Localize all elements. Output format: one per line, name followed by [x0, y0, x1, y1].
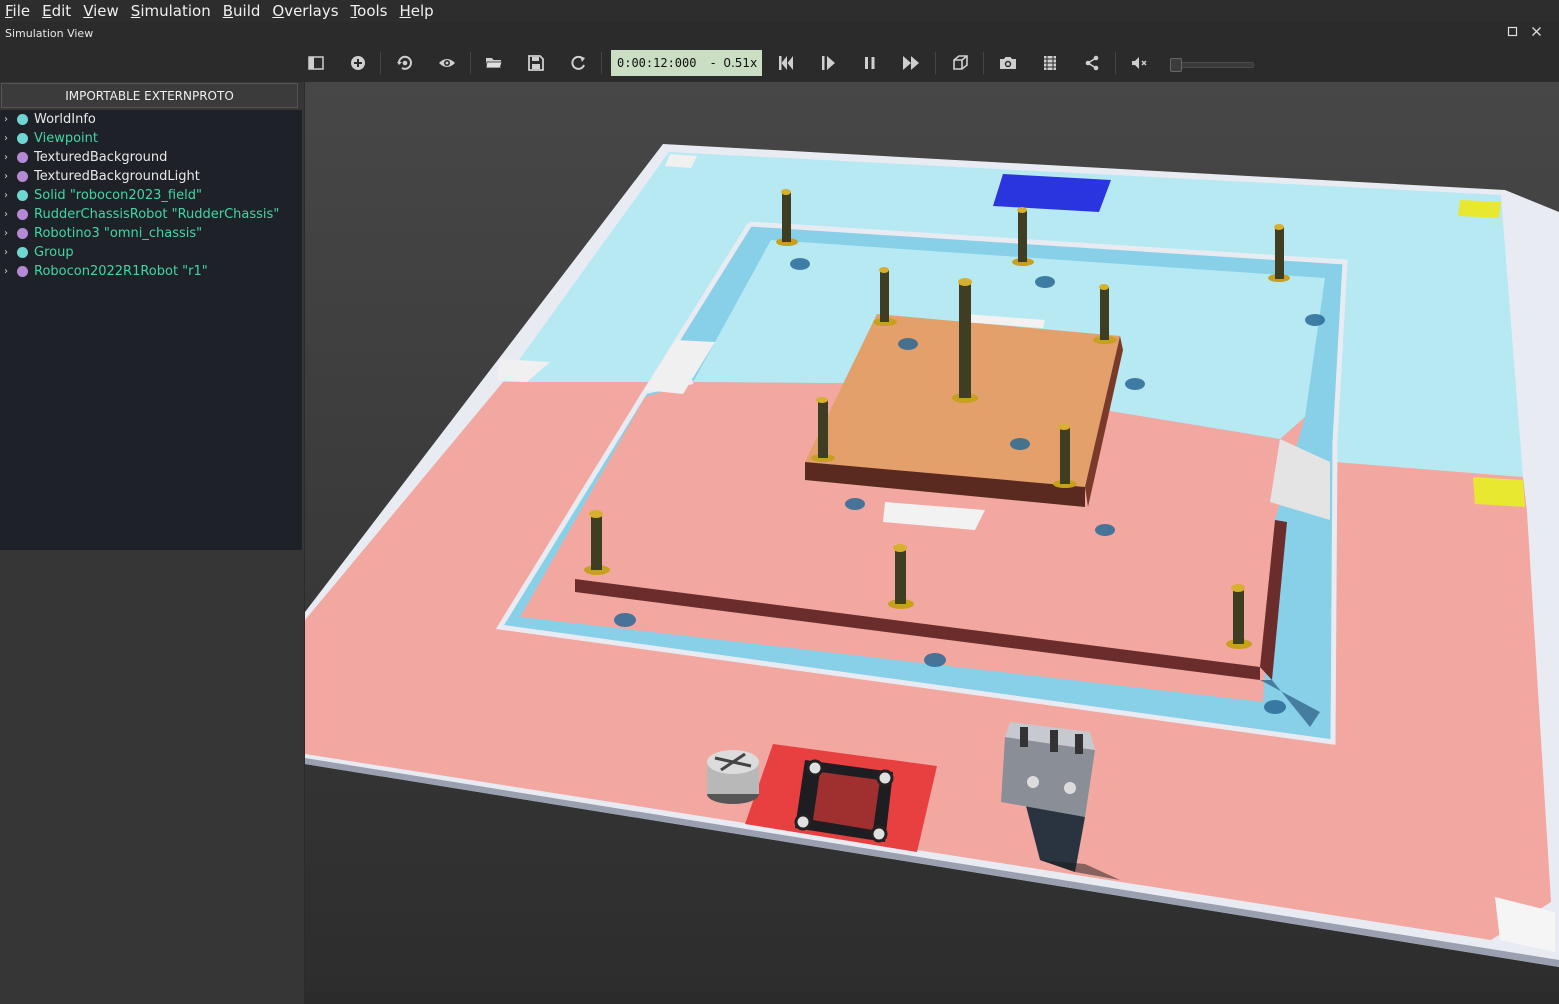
- scene-tree-panel: IMPORTABLE EXTERNPROTO › WorldInfo › Viewpo…: [0, 82, 304, 1004]
- close-icon[interactable]: [1529, 26, 1543, 41]
- cube-icon: [953, 55, 968, 70]
- node-type-dot-icon: [17, 209, 28, 220]
- view-options-button[interactable]: [433, 50, 461, 76]
- volume-slider[interactable]: [1170, 58, 1254, 72]
- scene-tree-node[interactable]: › Robocon2022R1Robot "r1": [0, 262, 302, 281]
- simulation-time-display: 0:00:12:000 - 0.51x: [611, 50, 762, 76]
- node-type-dot-icon: [17, 190, 28, 201]
- fast-forward-icon: [903, 56, 919, 70]
- eye-icon: [439, 59, 455, 67]
- skip-back-icon: [779, 56, 793, 70]
- scene-tree-node-label: Robotino3 "omni_chassis": [34, 226, 203, 241]
- scene-tree-node-label: Viewpoint: [34, 131, 99, 146]
- scene-tree-node-label: TexturedBackgroundLight: [34, 169, 200, 184]
- scene-tree-node-label: Group: [34, 245, 74, 260]
- scene-tree-node-label: Solid "robocon2023_field": [34, 188, 202, 203]
- maximize-icon[interactable]: [1505, 26, 1519, 41]
- 3d-view[interactable]: [305, 82, 1559, 992]
- screenshot-button[interactable]: [994, 50, 1022, 76]
- reload-icon: [571, 55, 585, 70]
- scene-tree: › WorldInfo › Viewpoint › TexturedBackground ›…: [0, 110, 302, 550]
- importable-externproto-button[interactable]: IMPORTABLE EXTERNPROTO: [1, 83, 298, 108]
- scene-tree-node-label: Robocon2022R1Robot "r1": [34, 264, 208, 279]
- menu-help[interactable]: Help: [395, 0, 441, 22]
- save-world-button[interactable]: [522, 50, 550, 76]
- yellow-marker-top: [1458, 200, 1501, 218]
- simulation-time: 0:00:12:000: [617, 56, 697, 70]
- node-type-dot-icon: [17, 152, 28, 163]
- menu-tools[interactable]: Tools: [346, 0, 395, 22]
- scene-tree-node[interactable]: › WorldInfo: [0, 110, 302, 129]
- movie-button[interactable]: [1036, 50, 1064, 76]
- expand-arrow-icon[interactable]: ›: [0, 171, 12, 182]
- scene-tree-node[interactable]: › Solid "robocon2023_field": [0, 186, 302, 205]
- node-type-dot-icon: [17, 266, 28, 277]
- scene-tree-node[interactable]: › TexturedBackgroundLight: [0, 167, 302, 186]
- scene-tree-node[interactable]: › RudderChassisRobot "RudderChassis": [0, 205, 302, 224]
- scene-tree-node[interactable]: › Viewpoint: [0, 129, 302, 148]
- expand-arrow-icon[interactable]: ›: [0, 266, 12, 277]
- yellow-marker-right: [1473, 477, 1525, 507]
- simulation-toolbar: 0:00:12:000 - 0.51x: [0, 44, 1559, 82]
- add-node-button[interactable]: [344, 50, 372, 76]
- scene-tree-node-label: RudderChassisRobot "RudderChassis": [34, 207, 280, 222]
- expand-arrow-icon[interactable]: ›: [0, 114, 12, 125]
- panel-title: Simulation View: [5, 26, 94, 40]
- menu-build[interactable]: Build: [218, 0, 268, 22]
- blue-marker: [993, 174, 1111, 212]
- reload-world-button[interactable]: [564, 50, 592, 76]
- rudder-chassis-robot[interactable]: [794, 759, 894, 843]
- film-icon: [1044, 56, 1056, 70]
- menu-simulation[interactable]: Simulation: [126, 0, 218, 22]
- mute-icon: [1132, 57, 1147, 69]
- expand-arrow-icon[interactable]: ›: [0, 190, 12, 201]
- sidebar-icon: [308, 56, 324, 70]
- robotino-robot[interactable]: [707, 750, 759, 804]
- node-type-dot-icon: [17, 114, 28, 125]
- pause-icon: [865, 57, 875, 69]
- reset-view-icon: [397, 55, 412, 70]
- plus-circle-icon: [351, 56, 365, 70]
- node-type-dot-icon: [17, 247, 28, 258]
- share-button[interactable]: [1078, 50, 1106, 76]
- save-icon: [528, 55, 544, 71]
- node-type-dot-icon: [17, 171, 28, 182]
- node-type-dot-icon: [17, 228, 28, 239]
- scene-tree-node[interactable]: › Robotino3 "omni_chassis": [0, 224, 302, 243]
- scene-tree-node[interactable]: › Group: [0, 243, 302, 262]
- reset-simulation-button[interactable]: [772, 50, 800, 76]
- speed-separator: -: [711, 56, 716, 70]
- node-type-dot-icon: [17, 133, 28, 144]
- expand-arrow-icon[interactable]: ›: [0, 152, 12, 163]
- expand-arrow-icon[interactable]: ›: [0, 133, 12, 144]
- menu-bar: File Edit View Simulation Build Overlays…: [0, 0, 1559, 22]
- simulation-speed: 0.51x: [723, 56, 758, 70]
- camera-icon: [1000, 57, 1016, 69]
- scene-tree-node-label: TexturedBackground: [34, 150, 168, 165]
- open-world-button[interactable]: [480, 50, 508, 76]
- rendering-button[interactable]: [946, 50, 974, 76]
- scene-tree-node-label: WorldInfo: [34, 112, 96, 127]
- panel-title-bar: Simulation View: [0, 22, 1559, 44]
- simulation-scene[interactable]: [305, 82, 1559, 992]
- pause-button[interactable]: [856, 50, 884, 76]
- menu-overlays[interactable]: Overlays: [267, 0, 345, 22]
- folder-icon: [485, 58, 503, 69]
- expand-arrow-icon[interactable]: ›: [0, 209, 12, 220]
- menu-edit[interactable]: Edit: [37, 0, 78, 22]
- step-button[interactable]: [814, 50, 842, 76]
- reset-viewpoint-button[interactable]: [391, 50, 419, 76]
- expand-arrow-icon[interactable]: ›: [0, 247, 12, 258]
- menu-view[interactable]: View: [78, 0, 126, 22]
- scene-tree-node[interactable]: › TexturedBackground: [0, 148, 302, 167]
- volume-slider-knob[interactable]: [1170, 58, 1182, 72]
- step-icon: [822, 56, 835, 70]
- mute-button[interactable]: [1125, 50, 1153, 76]
- share-icon: [1085, 55, 1099, 71]
- expand-arrow-icon[interactable]: ›: [0, 228, 12, 239]
- fast-forward-button[interactable]: [897, 50, 925, 76]
- toggle-scene-tree-button[interactable]: [302, 50, 330, 76]
- menu-file[interactable]: File: [0, 0, 37, 22]
